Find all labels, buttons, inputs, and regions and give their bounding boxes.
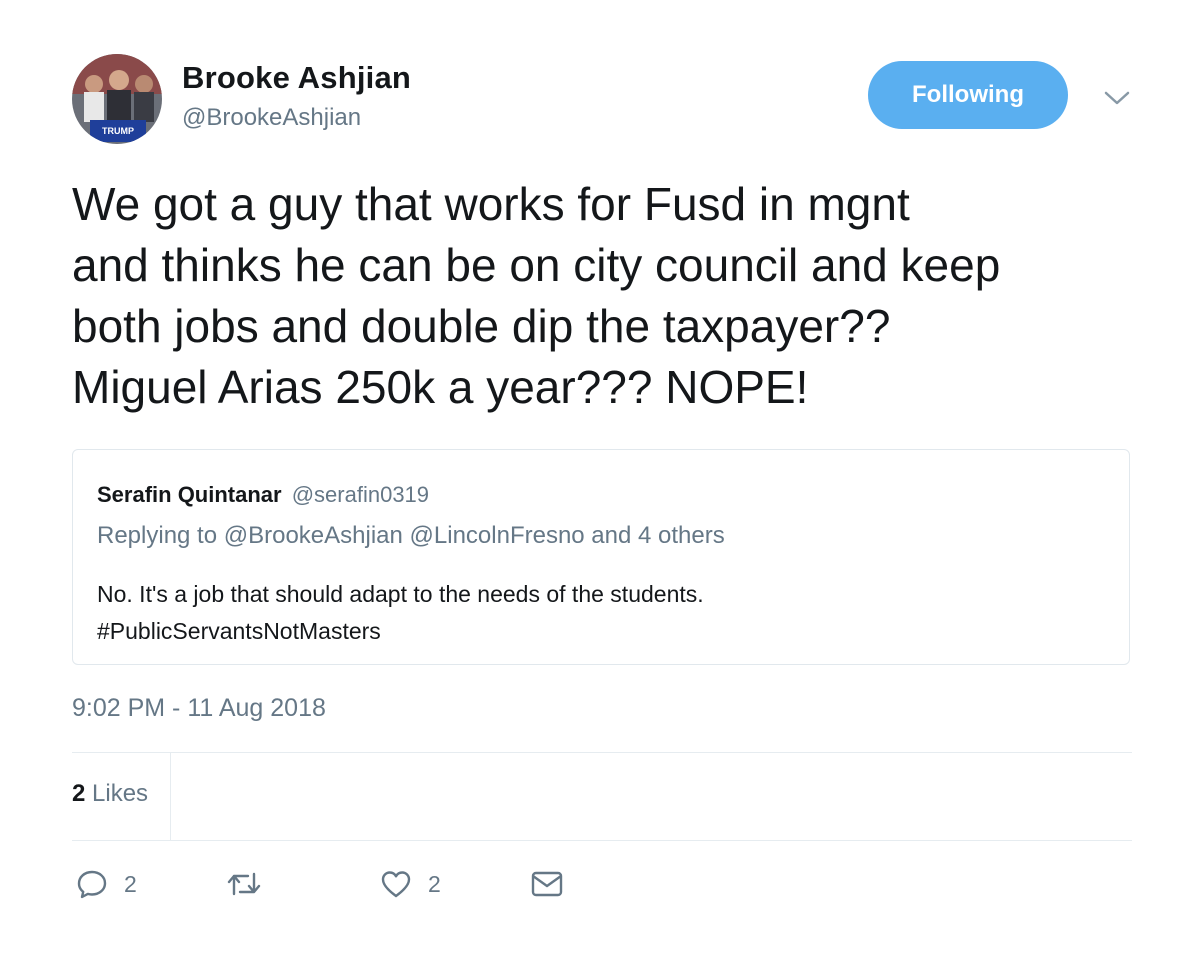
like-button[interactable]: 2 (380, 866, 441, 902)
divider (170, 752, 171, 840)
tweet-timestamp[interactable]: 9:02 PM - 11 Aug 2018 (72, 694, 326, 723)
author-display-name[interactable]: Brooke Ashjian (182, 60, 411, 96)
likes-stat[interactable]: 2 Likes (72, 780, 148, 808)
like-count: 2 (428, 870, 441, 897)
direct-message-button[interactable] (530, 866, 564, 902)
quoted-tweet-header: Serafin Quintanar @serafin0319 (97, 482, 429, 508)
likes-count: 2 (72, 780, 86, 807)
author-handle[interactable]: @BrookeAshjian (182, 104, 361, 132)
following-button[interactable]: Following (868, 61, 1068, 129)
reply-icon (77, 870, 107, 899)
tweet-text: We got a guy that works for Fusd in mgnt… (72, 178, 1001, 413)
quoted-tweet-text: No. It's a job that should adapt to the … (97, 581, 704, 644)
retweet-button[interactable] (226, 866, 278, 902)
avatar-photo: TRUMP (72, 54, 162, 144)
divider (72, 752, 1132, 753)
divider (72, 840, 1132, 841)
quoted-replying-to: Replying to @BrookeAshjian @LincolnFresn… (97, 522, 725, 549)
quoted-author-handle: @serafin0319 (291, 482, 430, 507)
likes-label: Likes (92, 780, 149, 807)
avatar-sign-text: TRUMP (102, 126, 134, 136)
quoted-author-name: Serafin Quintanar (97, 482, 282, 507)
avatar[interactable]: TRUMP (72, 54, 162, 144)
more-options-chevron-down-icon[interactable] (1100, 84, 1134, 112)
heart-icon (381, 871, 411, 898)
reply-count: 2 (124, 870, 137, 897)
envelope-icon (531, 871, 563, 897)
reply-button[interactable]: 2 (76, 866, 137, 902)
quoted-tweet[interactable]: Serafin Quintanar @serafin0319 Replying … (72, 449, 1130, 665)
retweet-icon (227, 872, 261, 896)
